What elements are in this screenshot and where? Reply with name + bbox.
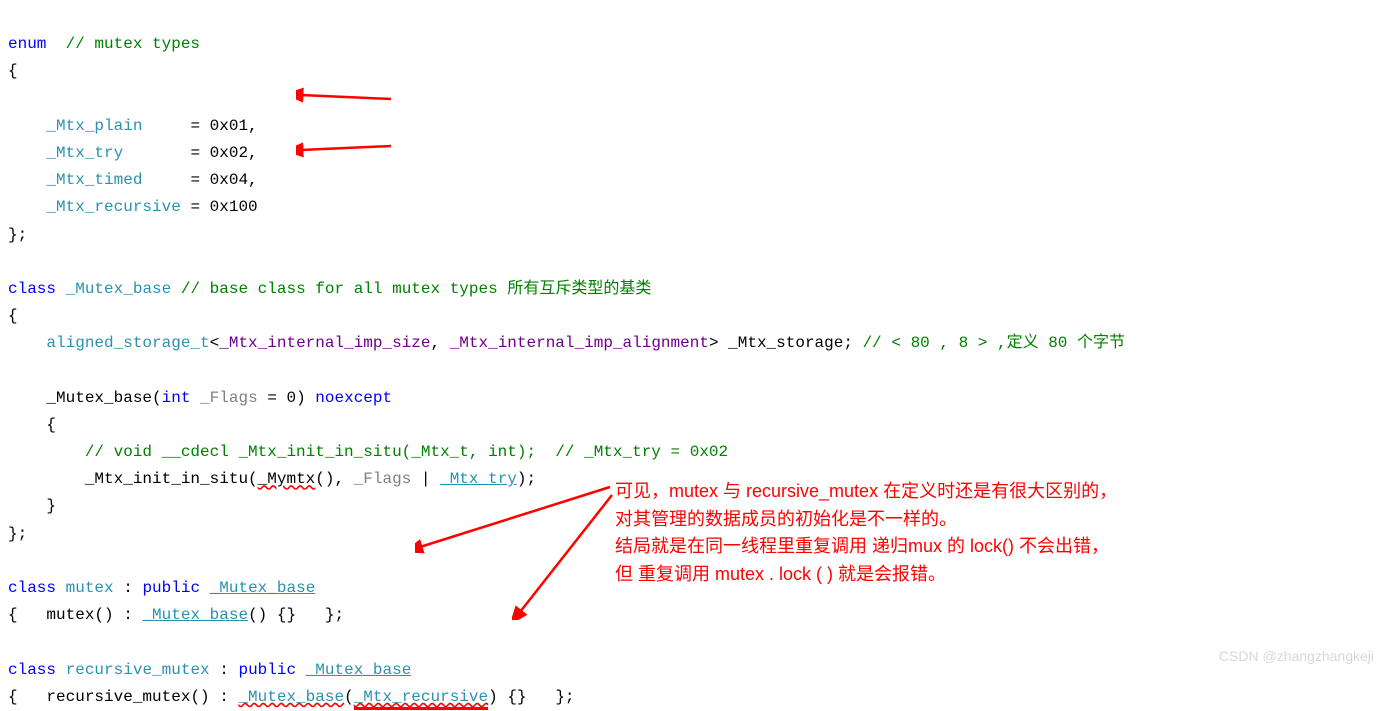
annotation-text: 可见，mutex 与 recursive_mutex 在定义时还是有很大区别的，… [615, 478, 1117, 589]
enum-member: _Mtx_recursive [46, 198, 180, 216]
brace: }; [8, 226, 27, 244]
kw-class: class [8, 280, 56, 298]
annotation-line: 对其管理的数据成员的初始化是不一样的。 [615, 506, 1117, 534]
type: aligned_storage_t [46, 334, 209, 352]
brace: { [8, 62, 18, 80]
code-block: enum // mutex types { _Mtx_plain = 0x01,… [0, 0, 1384, 711]
comment: // void __cdecl _Mtx_init_in_situ(_Mtx_t… [85, 443, 728, 461]
class-name: _Mutex_base [66, 280, 172, 298]
class-name: mutex [66, 579, 114, 597]
enum-member: _Mtx_plain [46, 117, 142, 135]
fn-call: _Mtx_init_in_situ [85, 470, 248, 488]
watermark: CSDN @zhangzhangkeji [1219, 645, 1374, 669]
ctor-name: _Mutex_base [46, 389, 152, 407]
annotation-line: 结局就是在同一线程里重复调用 递归mux 的 lock() 不会出错， [615, 533, 1117, 561]
comment: // < 80 , 8 > ,定义 80 个字节 [863, 334, 1125, 352]
comment: // mutex types [66, 35, 200, 53]
annotation-line: 但 重复调用 mutex . lock ( ) 就是会报错。 [615, 561, 1117, 589]
brace: }; [8, 525, 27, 543]
brace: { [8, 307, 18, 325]
enum-member: _Mtx_timed [46, 171, 142, 189]
kw-class: class [8, 661, 56, 679]
enum-member: _Mtx_try [46, 144, 123, 162]
kw-enum: enum [8, 35, 46, 53]
kw-class: class [8, 579, 56, 597]
class-name: recursive_mutex [66, 661, 210, 679]
comment: // base class for all mutex types 所有互斥类型… [181, 280, 651, 298]
annotation-line: 可见，mutex 与 recursive_mutex 在定义时还是有很大区别的， [615, 478, 1117, 506]
